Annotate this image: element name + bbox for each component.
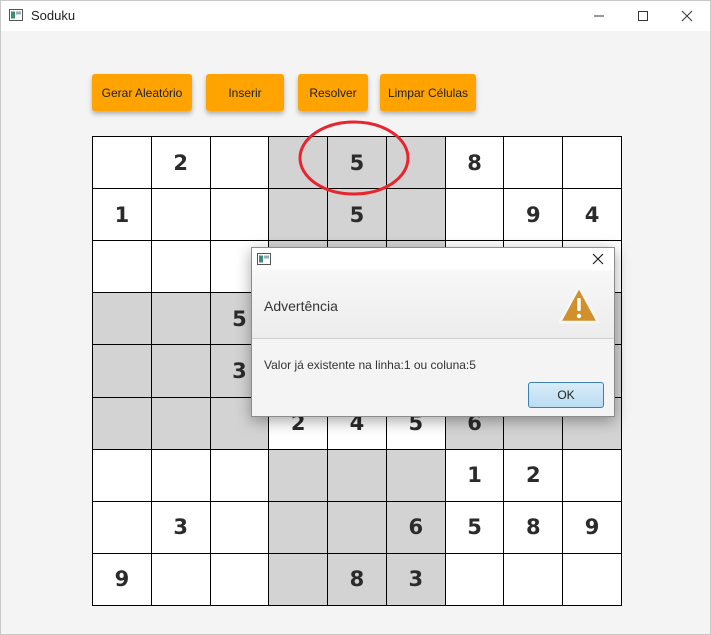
close-icon: [681, 10, 693, 22]
app-icon: [257, 253, 271, 265]
warning-dialog: Advertência Valor já existente na linha:…: [251, 247, 615, 417]
sudoku-cell-r7-c4[interactable]: [269, 449, 328, 501]
solve-button[interactable]: Resolver: [298, 74, 368, 111]
sudoku-cell-r7-c8[interactable]: 2: [504, 449, 563, 501]
sudoku-cell-r8-c8[interactable]: 8: [504, 501, 563, 553]
minimize-button[interactable]: [576, 1, 622, 31]
dialog-message: Valor já existente na linha:1 ou coluna:…: [264, 358, 476, 372]
sudoku-cell-r1-c7[interactable]: 8: [445, 137, 504, 189]
maximize-icon: [638, 11, 648, 21]
sudoku-cell-r9-c3[interactable]: [210, 553, 269, 605]
dialog-header: Advertência: [252, 270, 614, 339]
maximize-button[interactable]: [620, 1, 666, 31]
sudoku-cell-r7-c2[interactable]: [151, 449, 210, 501]
sudoku-cell-r3-c2[interactable]: [151, 241, 210, 293]
sudoku-cell-r1-c9[interactable]: [563, 137, 621, 189]
highlight-circle: [298, 120, 410, 196]
minimize-icon: [594, 15, 604, 17]
sudoku-cell-r9-c7[interactable]: [445, 553, 504, 605]
sudoku-cell-r8-c4[interactable]: [269, 501, 328, 553]
sudoku-cell-r7-c1[interactable]: [93, 449, 151, 501]
sudoku-cell-r9-c8[interactable]: [504, 553, 563, 605]
sudoku-cell-r2-c3[interactable]: [210, 189, 269, 241]
sudoku-cell-r4-c1[interactable]: [93, 293, 151, 345]
app-icon: [9, 9, 23, 21]
sudoku-cell-r8-c6[interactable]: 6: [386, 501, 445, 553]
sudoku-cell-r1-c1[interactable]: [93, 137, 151, 189]
sudoku-cell-r8-c5[interactable]: [328, 501, 386, 553]
title-bar[interactable]: Soduku: [1, 1, 710, 31]
sudoku-cell-r2-c7[interactable]: [445, 189, 504, 241]
sudoku-cell-r8-c9[interactable]: 9: [563, 501, 621, 553]
clear-cells-button[interactable]: Limpar Células: [380, 74, 476, 111]
sudoku-cell-r1-c2[interactable]: 2: [151, 137, 210, 189]
dialog-title-bar[interactable]: [252, 248, 614, 270]
sudoku-cell-r9-c5[interactable]: 8: [328, 553, 386, 605]
window-title: Soduku: [31, 8, 76, 23]
sudoku-cell-r2-c9[interactable]: 4: [563, 189, 621, 241]
sudoku-cell-r8-c7[interactable]: 5: [445, 501, 504, 553]
sudoku-cell-r6-c1[interactable]: [93, 397, 151, 449]
dialog-close-icon[interactable]: [589, 250, 607, 268]
sudoku-cell-r7-c7[interactable]: 1: [445, 449, 504, 501]
sudoku-cell-r9-c1[interactable]: 9: [93, 553, 151, 605]
sudoku-cell-r1-c3[interactable]: [210, 137, 269, 189]
sudoku-cell-r9-c4[interactable]: [269, 553, 328, 605]
sudoku-cell-r8-c1[interactable]: [93, 501, 151, 553]
sudoku-cell-r8-c2[interactable]: 3: [151, 501, 210, 553]
sudoku-cell-r4-c2[interactable]: [151, 293, 210, 345]
sudoku-cell-r7-c6[interactable]: [386, 449, 445, 501]
sudoku-cell-r5-c1[interactable]: [93, 345, 151, 397]
sudoku-cell-r3-c1[interactable]: [93, 241, 151, 293]
dialog-header-text: Advertência: [264, 298, 338, 314]
sudoku-cell-r2-c2[interactable]: [151, 189, 210, 241]
generate-random-button[interactable]: Gerar Aleatório: [92, 74, 192, 111]
ok-button[interactable]: OK: [528, 382, 604, 408]
warning-icon: [558, 285, 600, 324]
sudoku-cell-r7-c5[interactable]: [328, 449, 386, 501]
sudoku-cell-r7-c3[interactable]: [210, 449, 269, 501]
sudoku-cell-r9-c9[interactable]: [563, 553, 621, 605]
sudoku-cell-r6-c2[interactable]: [151, 397, 210, 449]
sudoku-cell-r9-c6[interactable]: 3: [386, 553, 445, 605]
sudoku-cell-r2-c8[interactable]: 9: [504, 189, 563, 241]
sudoku-cell-r8-c3[interactable]: [210, 501, 269, 553]
sudoku-cell-r7-c9[interactable]: [563, 449, 621, 501]
app-window: Soduku Gerar Aleatório Inserir Resolver …: [0, 0, 711, 635]
sudoku-cell-r2-c1[interactable]: 1: [93, 189, 151, 241]
sudoku-cell-r5-c2[interactable]: [151, 345, 210, 397]
close-window-button[interactable]: [664, 1, 710, 31]
sudoku-cell-r1-c8[interactable]: [504, 137, 563, 189]
sudoku-cell-r9-c2[interactable]: [151, 553, 210, 605]
insert-button[interactable]: Inserir: [206, 74, 284, 111]
